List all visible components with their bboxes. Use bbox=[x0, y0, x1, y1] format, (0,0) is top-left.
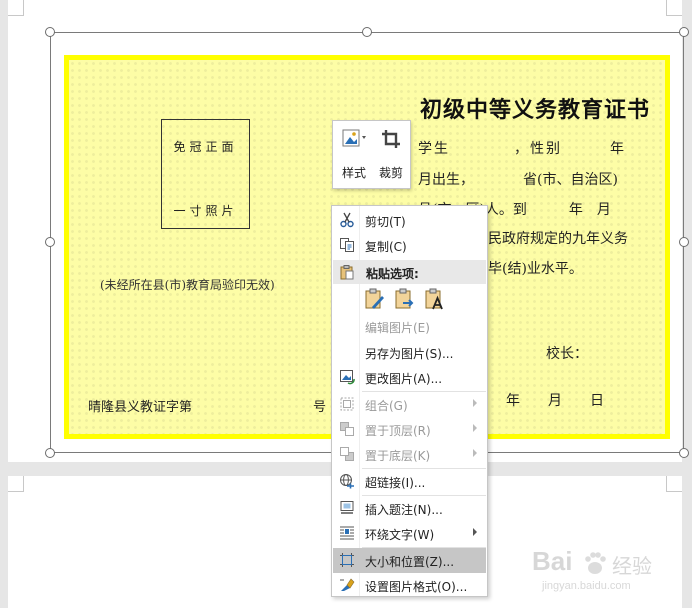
copy-icon bbox=[340, 238, 354, 252]
format-picture-icon bbox=[340, 578, 355, 591]
menu-item-size-and-position[interactable]: 大小和位置(Z)... bbox=[333, 548, 486, 573]
crop-icon bbox=[382, 130, 400, 148]
style-button-label: 样式 bbox=[341, 166, 366, 180]
menu-item-wrap-text[interactable]: 环绕文字(W) bbox=[333, 521, 486, 546]
size-position-icon bbox=[340, 553, 354, 567]
submenu-arrow-icon bbox=[473, 399, 477, 407]
resize-handle-bottom-left[interactable] bbox=[45, 448, 55, 458]
crop-button[interactable]: 裁剪 bbox=[374, 127, 408, 183]
crop-mark bbox=[8, 0, 24, 16]
menu-item-save-as-picture[interactable]: 另存为图片(S)... bbox=[333, 340, 486, 365]
crop-mark bbox=[666, 476, 682, 492]
menu-item-label: 剪切(T) bbox=[365, 215, 406, 229]
clipboard-icon bbox=[340, 265, 354, 280]
resize-handle-left[interactable] bbox=[45, 237, 55, 247]
insert-caption-icon bbox=[340, 501, 354, 514]
paste-merge-icon bbox=[395, 288, 414, 309]
paste-options-label: 粘贴选项: bbox=[366, 267, 419, 281]
resize-handle-right[interactable] bbox=[679, 237, 689, 247]
menu-item-label: 置于底层(K) bbox=[365, 449, 431, 463]
menu-item-label: 另存为图片(S)... bbox=[365, 347, 454, 361]
menu-item-cut[interactable]: 剪切(T) bbox=[333, 208, 486, 233]
watermark-url: jingyan.baidu.com bbox=[542, 580, 631, 592]
group-icon bbox=[340, 397, 354, 411]
submenu-arrow-icon bbox=[473, 449, 477, 457]
resize-handle-top-right[interactable] bbox=[679, 27, 689, 37]
menu-item-label: 复制(C) bbox=[365, 240, 407, 254]
menu-item-insert-caption[interactable]: 插入题注(N)... bbox=[333, 496, 486, 521]
menu-item-group[interactable]: 组合(G) bbox=[333, 392, 486, 417]
paste-option-text-only[interactable] bbox=[423, 287, 447, 311]
menu-item-change-picture[interactable]: 更改图片(A)... bbox=[333, 365, 486, 390]
context-menu: 剪切(T) 复制(C) 粘贴选项: 编辑图片(E) 另存为图片(S)... 更改… bbox=[331, 205, 488, 597]
menu-item-bring-to-front[interactable]: 置于顶层(R) bbox=[333, 417, 486, 442]
resize-handle-top-left[interactable] bbox=[45, 27, 55, 37]
menu-item-label: 超链接(I)... bbox=[365, 476, 426, 490]
paw-icon bbox=[585, 552, 606, 574]
menu-item-hyperlink[interactable]: 超链接(I)... bbox=[333, 469, 486, 494]
menu-item-label: 更改图片(A)... bbox=[365, 372, 443, 386]
crop-button-label: 裁剪 bbox=[378, 166, 403, 180]
mini-toolbar: 样式 裁剪 bbox=[332, 120, 411, 189]
resize-handle-top[interactable] bbox=[362, 27, 372, 37]
paste-options-header: 粘贴选项: bbox=[333, 260, 486, 284]
crop-mark bbox=[666, 0, 682, 16]
paste-option-merge[interactable] bbox=[393, 287, 417, 311]
bring-to-front-icon bbox=[340, 422, 354, 436]
paste-text-only-icon bbox=[425, 288, 443, 310]
paste-keep-formatting-icon bbox=[365, 288, 384, 309]
resize-handle-bottom-right[interactable] bbox=[679, 448, 689, 458]
style-button[interactable]: 样式 bbox=[337, 127, 371, 183]
menu-item-label: 编辑图片(E) bbox=[365, 321, 430, 335]
menu-item-label: 置于顶层(R) bbox=[365, 424, 431, 438]
menu-item-label: 环绕文字(W) bbox=[365, 528, 435, 542]
menu-item-send-to-back[interactable]: 置于底层(K) bbox=[333, 442, 486, 467]
paste-option-keep-formatting[interactable] bbox=[363, 287, 387, 311]
menu-item-format-picture[interactable]: 设置图片格式(O)... bbox=[333, 573, 486, 598]
watermark-brand-suffix: 经验 bbox=[612, 554, 652, 578]
menu-item-edit-picture[interactable]: 编辑图片(E) bbox=[333, 314, 486, 339]
crop-mark bbox=[8, 476, 24, 492]
send-to-back-icon bbox=[340, 447, 354, 461]
menu-item-label: 设置图片格式(O)... bbox=[365, 580, 468, 594]
change-picture-icon bbox=[340, 370, 355, 385]
submenu-arrow-icon bbox=[473, 528, 477, 536]
scissors-icon bbox=[340, 212, 354, 228]
menu-item-label: 大小和位置(Z)... bbox=[365, 555, 455, 569]
watermark-brand: Bai bbox=[532, 546, 573, 576]
menu-item-label: 插入题注(N)... bbox=[365, 503, 443, 517]
hyperlink-globe-icon bbox=[340, 474, 354, 489]
wrap-text-icon bbox=[340, 526, 354, 540]
menu-item-label: 组合(G) bbox=[365, 399, 408, 413]
picture-style-icon bbox=[342, 129, 366, 147]
submenu-arrow-icon bbox=[473, 424, 477, 432]
menu-item-copy[interactable]: 复制(C) bbox=[333, 233, 486, 258]
baidu-jingyan-watermark: Bai 经验 jingyan.baidu.com bbox=[520, 546, 690, 606]
